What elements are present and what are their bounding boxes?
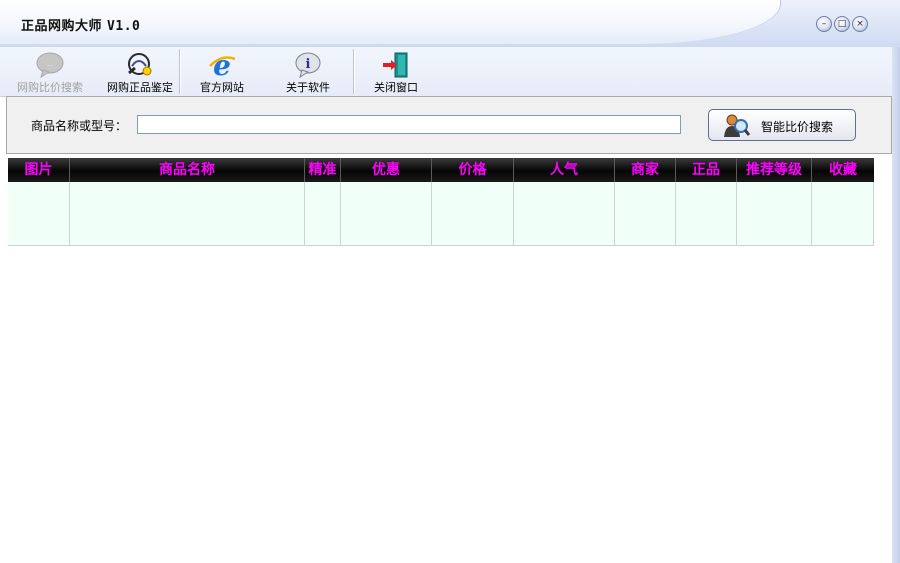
- person-magnifier-icon: [724, 114, 751, 137]
- results-table[interactable]: 图片 商品名称 精准 优惠 价格 人气 商家 正品 推荐等级 收藏: [8, 158, 874, 246]
- info-icon: i: [295, 52, 321, 79]
- table-cell: [305, 182, 341, 245]
- app-name: 正品网购大师: [21, 19, 103, 34]
- toolbar-item-label: 关于软件: [286, 81, 330, 94]
- app-version: V1.0: [107, 19, 141, 34]
- table-cell: [615, 182, 676, 245]
- svg-text:...: ...: [47, 61, 53, 68]
- table-cell: [341, 182, 432, 245]
- authenticity-check-button[interactable]: 网购正品鉴定: [100, 47, 180, 96]
- app-window: 正品网购大师 V1.0 – □ × ... 网购比价搜索 网购正品鉴定 e 官方…: [0, 0, 900, 563]
- table-row[interactable]: [8, 182, 874, 246]
- table-cell: [70, 182, 305, 245]
- close-window-button[interactable]: 关闭窗口: [360, 47, 432, 96]
- table-cell: [676, 182, 737, 245]
- window-border: [892, 47, 900, 563]
- toolbar-separator: [353, 49, 355, 94]
- column-header-image[interactable]: 图片: [8, 158, 70, 182]
- table-cell: [432, 182, 514, 245]
- table-header: 图片 商品名称 精准 优惠 价格 人气 商家 正品 推荐等级 收藏: [8, 158, 874, 182]
- window-title: 正品网购大师 V1.0: [21, 15, 140, 34]
- column-header-discount[interactable]: 优惠: [341, 158, 432, 182]
- close-button[interactable]: ×: [852, 16, 868, 32]
- search-panel: 商品名称或型号： 智能比价搜索: [6, 96, 892, 154]
- table-cell: [737, 182, 812, 245]
- smart-price-search-button[interactable]: 智能比价搜索: [708, 109, 856, 141]
- internet-explorer-icon: e: [209, 51, 236, 79]
- search-button-label: 智能比价搜索: [761, 120, 834, 134]
- about-software-button[interactable]: i 关于软件: [272, 47, 344, 96]
- exit-door-icon: [383, 52, 408, 78]
- table-cell: [8, 182, 70, 245]
- column-header-merchant[interactable]: 商家: [615, 158, 676, 182]
- minimize-button[interactable]: –: [816, 16, 832, 32]
- chat-bubble-icon: ...: [36, 52, 64, 79]
- toolbar: ... 网购比价搜索 网购正品鉴定 e 官方网站 i 关于软件 关闭窗口: [0, 47, 900, 97]
- column-header-product-name[interactable]: 商品名称: [70, 158, 305, 182]
- toolbar-item-label: 官方网站: [200, 81, 244, 94]
- search-label: 商品名称或型号：: [31, 119, 128, 133]
- column-header-precision[interactable]: 精准: [305, 158, 341, 182]
- price-compare-search-button[interactable]: ... 网购比价搜索: [10, 47, 90, 96]
- table-cell: [812, 182, 874, 245]
- svg-text:i: i: [306, 57, 311, 72]
- column-header-price[interactable]: 价格: [432, 158, 514, 182]
- table-cell: [514, 182, 615, 245]
- toolbar-item-label: 网购比价搜索: [17, 81, 83, 94]
- search-input[interactable]: [137, 115, 681, 134]
- toolbar-separator: [179, 49, 181, 94]
- svg-text:e: e: [213, 51, 231, 79]
- official-website-button[interactable]: e 官方网站: [186, 47, 258, 96]
- toolbar-item-label: 关闭窗口: [374, 81, 418, 94]
- column-header-genuine[interactable]: 正品: [676, 158, 737, 182]
- column-header-rating[interactable]: 推荐等级: [737, 158, 812, 182]
- column-header-popularity[interactable]: 人气: [514, 158, 615, 182]
- toolbar-item-label: 网购正品鉴定: [107, 81, 173, 94]
- title-bar[interactable]: 正品网购大师 V1.0 – □ ×: [0, 0, 900, 47]
- maximize-button[interactable]: □: [834, 16, 850, 32]
- magnifier-badge-icon: [128, 53, 152, 76]
- column-header-favorite[interactable]: 收藏: [812, 158, 874, 182]
